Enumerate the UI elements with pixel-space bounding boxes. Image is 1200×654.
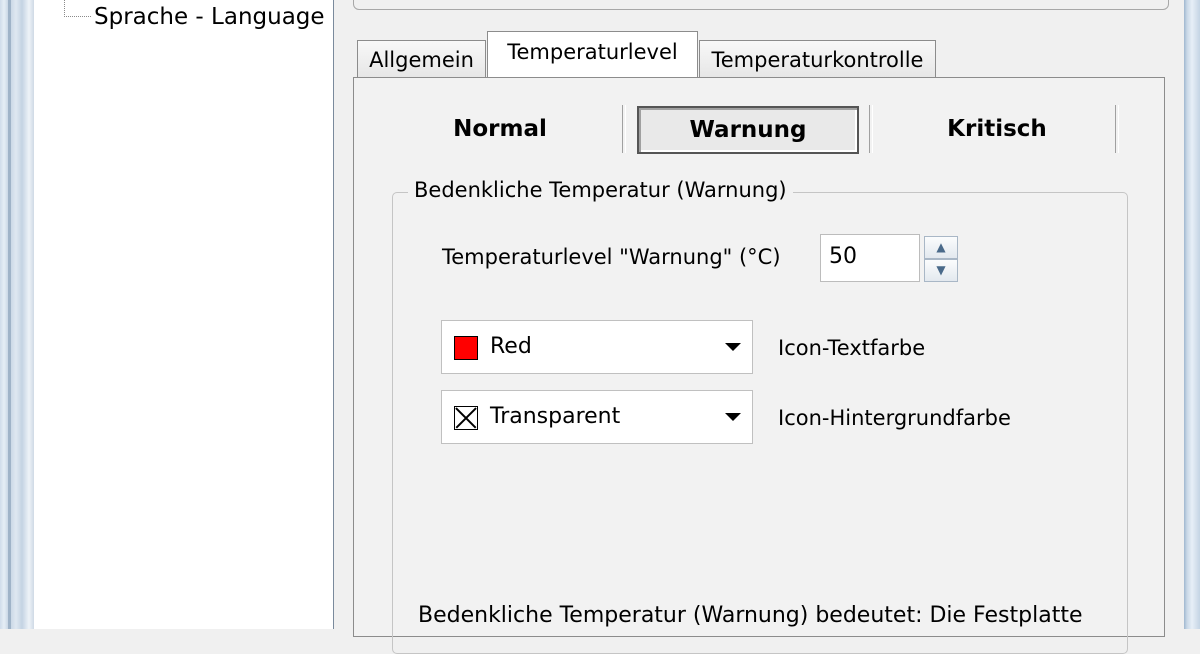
window-frame-right: [1184, 0, 1200, 629]
tab-temperaturlevel[interactable]: Temperaturlevel: [487, 31, 698, 77]
level-warnung-button[interactable]: Warnung: [637, 106, 859, 154]
tree-connector: [64, 0, 91, 17]
color-swatch-red: [454, 336, 478, 360]
threshold-label: Temperaturlevel "Warnung" (°C): [442, 245, 781, 269]
level-normal-button[interactable]: Normal: [380, 105, 620, 153]
background-color-select[interactable]: Transparent: [441, 390, 753, 444]
text-color-select[interactable]: Red: [441, 320, 753, 374]
transparent-swatch-icon: [454, 406, 478, 430]
spin-up-button[interactable]: ▲: [924, 236, 958, 259]
warning-description: Bedenkliche Temperatur (Warnung) bedeute…: [418, 603, 1083, 628]
level-separator: [1115, 105, 1119, 153]
dropdown-arrow-icon: [725, 343, 741, 351]
tab-allgemein[interactable]: Allgemein: [357, 40, 486, 78]
spin-down-button[interactable]: ▼: [924, 259, 958, 282]
upper-panel: [353, 0, 1169, 10]
dropdown-arrow-icon: [725, 413, 741, 421]
settings-tree: Sprache - Language: [34, 0, 334, 629]
background-color-value: Transparent: [490, 404, 621, 429]
group-title: Bedenkliche Temperatur (Warnung): [408, 178, 793, 202]
level-kritisch-button[interactable]: Kritisch: [874, 105, 1120, 153]
level-separator: [622, 105, 626, 153]
window-frame-left: [0, 0, 34, 629]
tree-item-language[interactable]: Sprache - Language: [94, 2, 325, 32]
text-color-label: Icon-Textfarbe: [778, 336, 926, 360]
tab-temperaturkontrolle[interactable]: Temperaturkontrolle: [699, 40, 936, 78]
text-color-value: Red: [490, 334, 532, 359]
level-separator: [869, 105, 873, 153]
threshold-input[interactable]: 50: [820, 234, 920, 282]
background-color-label: Icon-Hintergrundfarbe: [778, 406, 1011, 430]
